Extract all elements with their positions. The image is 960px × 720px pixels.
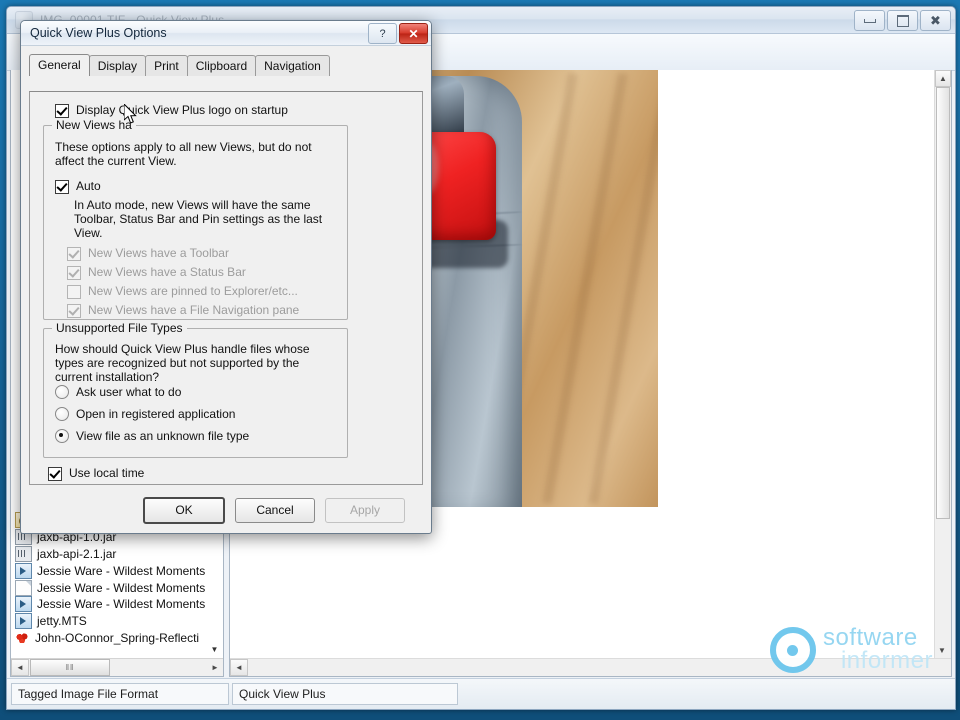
file-name: Jessie Ware - Wildest Moments (37, 597, 206, 612)
tab-navigation[interactable]: Navigation (255, 55, 330, 76)
checkbox-icon (67, 304, 81, 318)
media-file-icon (15, 613, 32, 630)
photoshop-file-icon (15, 631, 30, 645)
dialog-close-button[interactable]: ✕ (399, 23, 428, 44)
list-item[interactable]: John-OConnor_Spring-Reflecti (11, 630, 223, 647)
auto-checkbox[interactable]: Auto (55, 179, 101, 194)
file-name: Jessie Ware - Wildest Moments (37, 580, 206, 595)
list-item[interactable]: jetty.MTS (11, 613, 223, 630)
radio-label: Ask user what to do (76, 385, 182, 399)
minimize-button[interactable] (854, 10, 885, 31)
apply-button: Apply (325, 497, 405, 523)
checkbox-icon (55, 104, 69, 118)
radio-ask-user[interactable]: Ask user what to do (55, 385, 181, 399)
dialog-window-controls: ? ✕ (368, 23, 428, 44)
ok-button[interactable]: OK (143, 496, 225, 524)
unsupported-file-types-group: Unsupported File Types How should Quick … (43, 321, 348, 458)
checkbox-label: New Views have a Toolbar (88, 246, 229, 260)
status-bar: Tagged Image File Format Quick View Plus (7, 678, 955, 709)
jar-archive-icon (15, 545, 32, 562)
dialog-footer: OK Cancel Apply (21, 487, 431, 533)
pinned-explorer-checkbox[interactable]: New Views are pinned to Explorer/etc... (67, 284, 298, 299)
list-item[interactable]: Jessie Ware - Wildest Moments (11, 562, 223, 579)
media-file-icon (15, 596, 32, 613)
status-bar-checkbox[interactable]: New Views have a Status Bar (67, 265, 246, 280)
status-application-name: Quick View Plus (232, 683, 458, 705)
radio-icon (55, 429, 69, 443)
viewer-scroll-left-arrow-icon[interactable]: ◄ (230, 659, 248, 676)
scroll-right-arrow-icon[interactable]: ► (207, 660, 223, 675)
file-list-horizontal-scrollbar[interactable]: ◄ ‖‖ ► (11, 658, 223, 676)
checkbox-label: Display Quick View Plus logo on startup (76, 103, 288, 117)
unsupported-group-legend: Unsupported File Types (52, 321, 187, 335)
tab-display[interactable]: Display (88, 55, 147, 76)
desktop-background: IMG_00001.TIF - Quick View Plus ✖ (0, 0, 960, 720)
checkbox-label: New Views are pinned to Explorer/etc... (88, 284, 298, 298)
checkbox-icon (48, 467, 62, 481)
radio-icon (55, 407, 69, 421)
media-file-icon (15, 562, 32, 579)
file-name: jetty.MTS (37, 614, 87, 629)
viewer-scroll-up-arrow-icon[interactable]: ▲ (935, 70, 951, 87)
cancel-button[interactable]: Cancel (235, 497, 315, 523)
auto-mode-description: In Auto mode, new Views will have the sa… (74, 198, 323, 240)
close-button[interactable]: ✖ (920, 10, 951, 31)
unsupported-description: How should Quick View Plus handle files … (55, 342, 310, 384)
viewer-vscrollbar-thumb[interactable] (936, 87, 950, 519)
viewer-scroll-down-arrow-icon[interactable]: ▼ (935, 643, 949, 658)
viewer-horizontal-scrollbar[interactable]: ◄ (230, 658, 951, 676)
status-spacer (461, 684, 951, 704)
new-views-group-legend: New Views ha (52, 118, 136, 132)
window-controls: ✖ (854, 10, 951, 31)
list-item[interactable]: Jessie Ware - Wildest Moments (11, 596, 223, 613)
new-views-group: New Views ha These options apply to all … (43, 118, 348, 320)
startup-logo-checkbox[interactable]: Display Quick View Plus logo on startup (55, 103, 288, 118)
scroll-left-arrow-icon[interactable]: ◄ (11, 659, 29, 676)
checkbox-label: Use local time (69, 466, 145, 480)
help-button[interactable]: ? (368, 23, 397, 44)
checkbox-label: New Views have a File Navigation pane (88, 303, 300, 317)
file-list-scroll-down-arrow[interactable]: ▼ (208, 643, 221, 656)
tab-clipboard[interactable]: Clipboard (186, 55, 257, 76)
restore-button[interactable] (887, 10, 918, 31)
file-name: Jessie Ware - Wildest Moments (37, 563, 206, 578)
checkbox-icon (67, 247, 81, 261)
checkbox-label: New Views have a Status Bar (88, 265, 246, 279)
dialog-tab-strip: General Display Print Clipboard Navigati… (29, 54, 431, 76)
checkbox-label: Auto (76, 179, 101, 193)
restore-icon (896, 14, 909, 27)
radio-label: View file as an unknown file type (76, 429, 250, 443)
radio-icon (55, 385, 69, 399)
scrollbar-thumb[interactable]: ‖‖ (30, 659, 110, 676)
radio-view-unknown[interactable]: View file as an unknown file type (55, 429, 249, 443)
status-file-format: Tagged Image File Format (11, 683, 229, 705)
use-local-time-checkbox[interactable]: Use local time (48, 466, 144, 481)
general-tab-panel: Display Quick View Plus logo on startup … (29, 91, 423, 485)
options-dialog: Quick View Plus Options ? ✕ General Disp… (20, 20, 432, 534)
dialog-title: Quick View Plus Options (30, 26, 167, 40)
file-navigation-pane-checkbox[interactable]: New Views have a File Navigation pane (67, 303, 299, 318)
file-name: jaxb-api-2.1.jar (37, 546, 117, 561)
tab-general[interactable]: General (29, 54, 90, 76)
toolbar-checkbox[interactable]: New Views have a Toolbar (67, 246, 229, 261)
tab-print[interactable]: Print (145, 55, 188, 76)
file-name: John-OConnor_Spring-Reflecti (35, 630, 200, 645)
checkbox-icon (67, 266, 81, 280)
viewer-vertical-scrollbar[interactable]: ▲ ▼ (934, 70, 951, 658)
new-views-description: These options apply to all new Views, bu… (55, 140, 312, 168)
text-document-icon (15, 579, 32, 596)
radio-open-registered[interactable]: Open in registered application (55, 407, 235, 421)
checkbox-icon (67, 285, 81, 299)
list-item[interactable]: jaxb-api-2.1.jar (11, 545, 223, 563)
close-icon: ✖ (930, 13, 941, 28)
dialog-titlebar[interactable]: Quick View Plus Options ? ✕ (21, 21, 431, 46)
radio-label: Open in registered application (76, 407, 236, 421)
checkbox-icon (55, 180, 69, 194)
list-item[interactable]: Jessie Ware - Wildest Moments (11, 579, 223, 596)
minimize-icon (863, 18, 876, 23)
